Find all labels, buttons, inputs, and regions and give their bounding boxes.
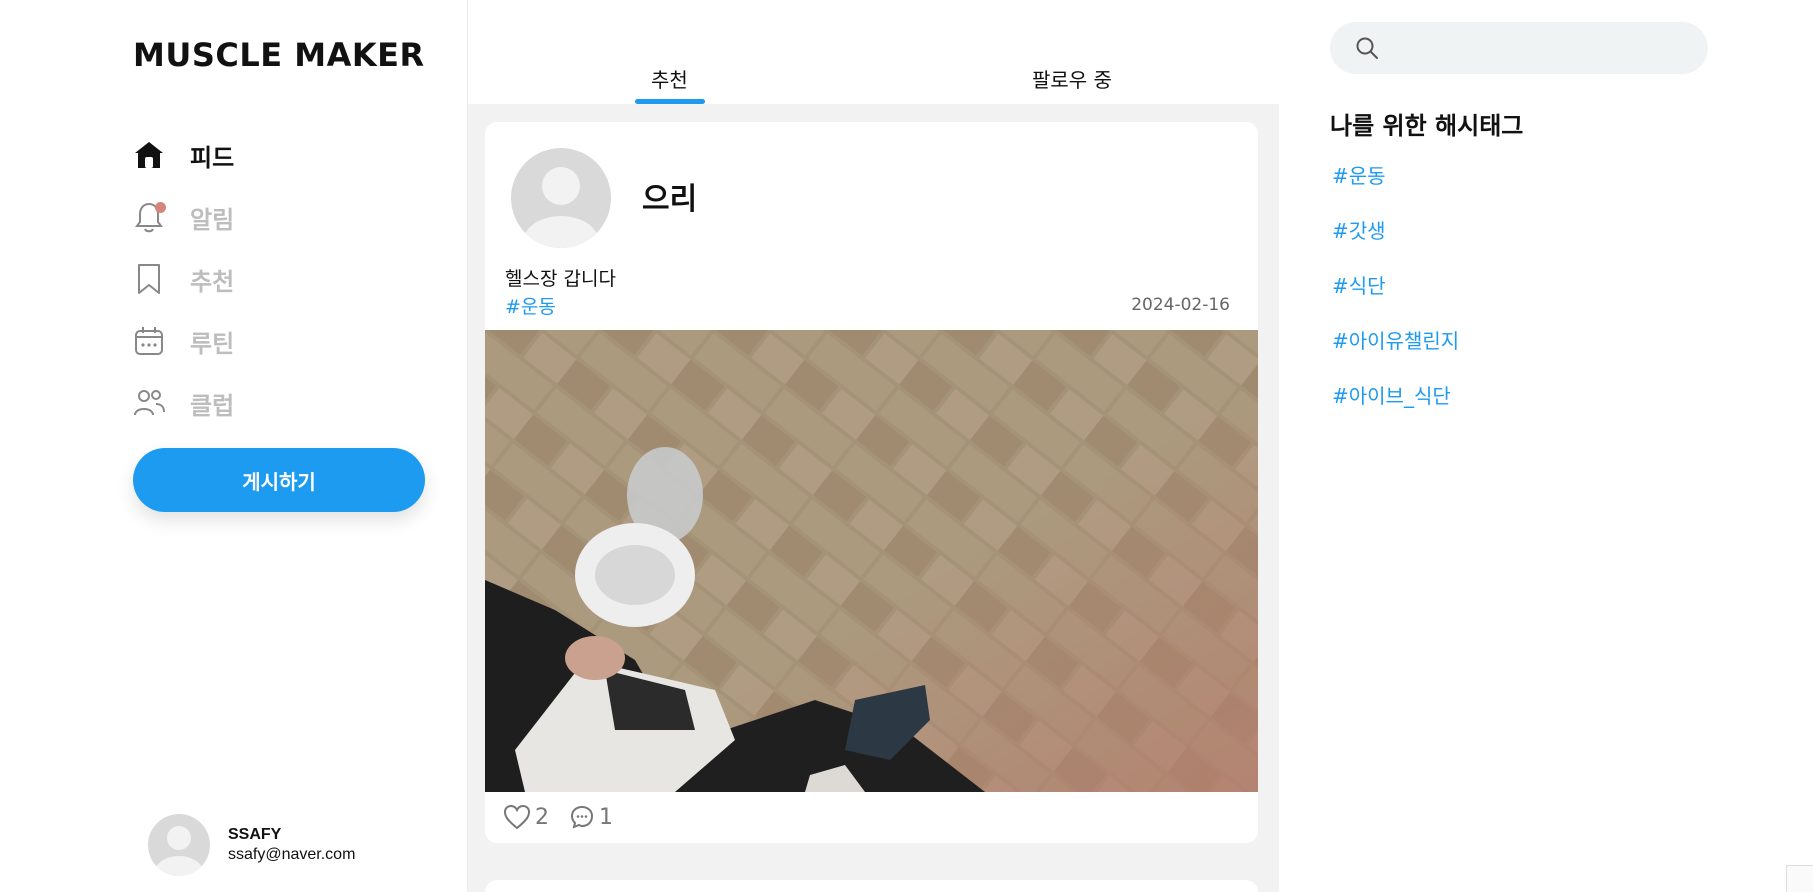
tab-following[interactable]: 팔로우 중 xyxy=(1032,64,1112,93)
post-actions: 2 1 xyxy=(503,804,633,830)
like-count: 2 xyxy=(535,804,549,830)
hashtag-item[interactable]: #아이유챌린지 xyxy=(1332,325,1459,380)
search-input[interactable] xyxy=(1390,36,1708,60)
calendar-icon xyxy=(132,324,166,358)
hashtag-list: #운동 #갓생 #식단 #아이유챌린지 #아이브_식단 xyxy=(1332,160,1459,435)
comment-count: 1 xyxy=(599,804,613,830)
post-card[interactable]: 으리 헬스장 갑니다 #운동 2024-02-16 2 1 xyxy=(485,122,1258,843)
user-name: SSAFY xyxy=(228,826,282,843)
nav-label-feed: 피드 xyxy=(190,143,235,172)
notification-badge xyxy=(155,202,166,213)
current-user[interactable]: SSAFY ssafy@naver.com xyxy=(148,814,355,876)
tab-recommend[interactable]: 추천 xyxy=(651,64,688,93)
nav-item-routine[interactable]: 루틴 xyxy=(132,310,234,372)
feed-tabs: 추천 팔로우 중 xyxy=(468,0,1279,104)
comment-icon xyxy=(570,805,594,829)
nav-label-notifications: 알림 xyxy=(190,205,235,234)
home-icon xyxy=(132,138,166,172)
left-sidebar: MUSCLE MAKER 피드 알림 추천 루틴 클럽 게시하기 SSAFY s… xyxy=(0,0,468,892)
post-author[interactable]: 으리 xyxy=(642,174,697,218)
post-hashtag[interactable]: #운동 xyxy=(505,292,556,319)
nav-item-club[interactable]: 클럽 xyxy=(132,372,234,434)
post-card-next[interactable] xyxy=(485,880,1258,892)
comment-button[interactable]: 1 xyxy=(569,804,613,830)
post-author-avatar[interactable] xyxy=(511,148,611,248)
user-email: ssafy@naver.com xyxy=(228,846,356,863)
right-sidebar: 나를 위한 해시태그 #운동 #갓생 #식단 #아이유챌린지 #아이브_식단 xyxy=(1280,0,1813,892)
app-logo[interactable]: MUSCLE MAKER xyxy=(133,36,425,74)
nav-item-feed[interactable]: 피드 xyxy=(132,124,234,186)
post-text: 헬스장 갑니다 xyxy=(505,268,616,290)
bell-icon xyxy=(132,200,166,234)
users-icon xyxy=(132,386,166,420)
post-image[interactable] xyxy=(485,330,1258,792)
nav-label-routine: 루틴 xyxy=(190,329,235,358)
nav-label-recommend: 추천 xyxy=(190,267,235,296)
hashtag-item[interactable]: #운동 xyxy=(1332,160,1459,215)
active-tab-indicator xyxy=(635,99,705,104)
like-button[interactable]: 2 xyxy=(503,804,549,830)
search-icon xyxy=(1356,37,1378,59)
nav-item-recommend[interactable]: 추천 xyxy=(132,248,234,310)
nav-item-notifications[interactable]: 알림 xyxy=(132,186,234,248)
hashtag-item[interactable]: #갓생 xyxy=(1332,215,1459,270)
hashtag-item[interactable]: #아이브_식단 xyxy=(1332,380,1459,435)
feed: 추천 팔로우 중 으리 헬스장 갑니다 #운동 2024-02-16 2 1 xyxy=(468,0,1279,892)
nav-label-club: 클럽 xyxy=(190,391,235,420)
heart-icon xyxy=(503,804,531,830)
avatar xyxy=(148,814,210,876)
hashtag-item[interactable]: #식단 xyxy=(1332,270,1459,325)
post-date: 2024-02-16 xyxy=(1131,295,1230,315)
main-nav: 피드 알림 추천 루틴 클럽 xyxy=(132,124,234,434)
bookmark-icon xyxy=(132,262,166,296)
post-button[interactable]: 게시하기 xyxy=(133,448,425,512)
hashtags-title: 나를 위한 해시태그 xyxy=(1330,112,1524,140)
corner-widget xyxy=(1786,865,1813,892)
search-bar[interactable] xyxy=(1330,22,1708,74)
